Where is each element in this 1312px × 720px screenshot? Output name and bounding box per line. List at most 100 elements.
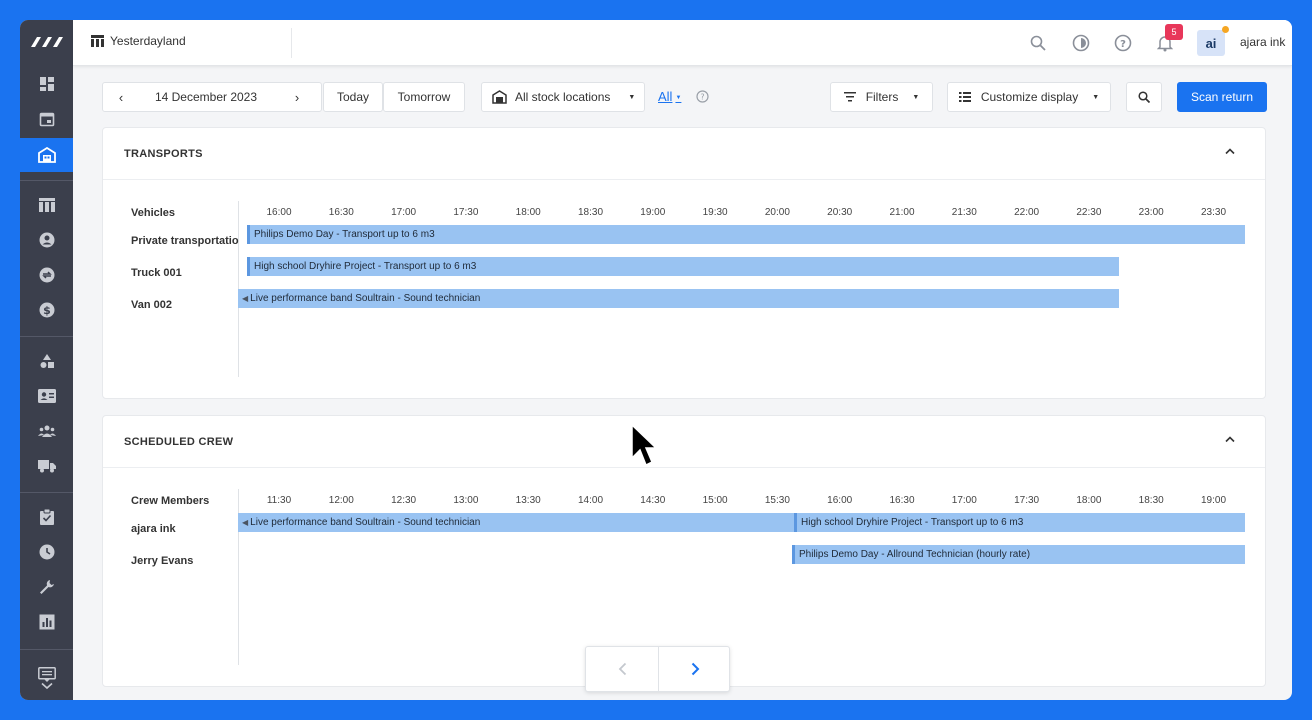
search-icon[interactable] <box>1027 32 1049 54</box>
time-tick-label: 12:00 <box>328 495 354 506</box>
mouse-cursor <box>631 423 658 475</box>
people-icon[interactable] <box>20 414 73 448</box>
status-dot <box>1222 26 1229 33</box>
date-navigator: ‹ 14 December 2023 › <box>102 82 322 112</box>
workspace-selector[interactable]: Yesterdayland <box>91 34 186 48</box>
date-picker[interactable]: 14 December 2023 <box>139 90 273 104</box>
warehouse-icon[interactable] <box>20 138 73 172</box>
transports-header[interactable]: TRANSPORTS <box>103 128 1265 180</box>
time-tick-label: 16:30 <box>889 495 915 506</box>
time-tick-label: 17:30 <box>453 207 479 218</box>
crew-member-label: ajara ink <box>131 523 176 535</box>
dollar-icon[interactable]: $ <box>20 293 73 327</box>
sidebar: $ <box>20 20 73 700</box>
time-tick-label: 14:00 <box>577 495 604 506</box>
booking-bar[interactable]: ◀ Live performance band Soultrain - Sound… <box>238 513 794 532</box>
help-icon[interactable]: ? <box>1112 32 1134 54</box>
time-tick-label: 15:30 <box>764 495 790 506</box>
wrench-icon[interactable] <box>20 570 73 604</box>
clock-icon[interactable] <box>20 535 73 569</box>
time-tick-label: 21:30 <box>951 207 977 218</box>
chevron-up-icon[interactable] <box>1225 146 1235 158</box>
time-tick-label: 14:30 <box>640 495 666 506</box>
time-tick-label: 16:30 <box>328 207 354 218</box>
pager <box>585 646 730 692</box>
booking-bar[interactable]: High school Dryhire Project - Transport … <box>247 257 1119 276</box>
time-tick-label: 23:30 <box>1200 207 1227 218</box>
list-icon <box>958 92 971 102</box>
sidebar-divider <box>20 649 73 650</box>
truck-icon[interactable] <box>20 449 73 483</box>
booking-bar[interactable]: High school Dryhire Project - Transport … <box>794 513 1245 532</box>
vehicle-label: Van 002 <box>131 299 172 311</box>
column-header: Vehicles <box>131 207 176 219</box>
theme-toggle-icon[interactable] <box>1070 32 1092 54</box>
time-tick-label: 22:30 <box>1076 207 1102 218</box>
scheduled-crew-header[interactable]: SCHEDULED CREW <box>103 416 1265 468</box>
workspace-name: Yesterdayland <box>110 34 186 48</box>
chevron-down-icon[interactable] <box>20 676 73 696</box>
sidebar-divider <box>20 336 73 337</box>
tomorrow-button[interactable]: Tomorrow <box>383 82 465 112</box>
previous-page-button[interactable] <box>586 647 658 691</box>
caret-down-icon: ▼ <box>1092 93 1100 101</box>
next-page-button[interactable] <box>659 647 731 691</box>
top-bar: Yesterdayland ? 5 ai ajara ink <box>73 20 1292 66</box>
filters-button[interactable]: Filters ▼ <box>830 82 933 112</box>
avatar[interactable]: ai <box>1197 30 1225 56</box>
time-tick-label: 17:00 <box>951 495 977 506</box>
app-logo[interactable] <box>20 20 73 64</box>
caret-down-icon: ▼ <box>628 93 636 101</box>
svg-text:?: ? <box>700 93 704 102</box>
all-filter-link[interactable]: All ▼ <box>658 89 681 104</box>
crew-member-label: Jerry Evans <box>131 555 194 567</box>
chevron-up-icon[interactable] <box>1225 434 1235 446</box>
search-icon <box>1138 91 1150 103</box>
user-name[interactable]: ajara ink <box>1240 35 1285 49</box>
dashboard-icon[interactable] <box>20 67 73 101</box>
time-tick-label: 22:00 <box>1014 207 1040 218</box>
booking-bar[interactable]: Philips Demo Day - Transport up to 6 m3 <box>247 225 1245 244</box>
topbar-divider <box>291 28 292 58</box>
time-tick-label: 12:30 <box>391 495 417 506</box>
vehicle-label: Private transportation <box>131 235 239 247</box>
shapes-icon[interactable] <box>20 344 73 378</box>
time-tick-label: 13:30 <box>515 495 541 506</box>
time-tick-label: 18:00 <box>1076 495 1102 506</box>
previous-day-button[interactable]: ‹ <box>103 90 139 105</box>
toolbar: ‹ 14 December 2023 › Today Tomorrow All … <box>102 82 1267 112</box>
section-title: TRANSPORTS <box>124 147 203 160</box>
today-button[interactable]: Today <box>323 82 383 112</box>
exchange-icon[interactable] <box>20 258 73 292</box>
column-header: Crew Members <box>131 495 210 507</box>
stock-location-label: All stock locations <box>515 90 611 104</box>
caret-left-icon: ◀ <box>242 518 249 527</box>
stock-location-select[interactable]: All stock locations ▼ <box>481 82 645 112</box>
clipboard-check-icon[interactable] <box>20 500 73 534</box>
time-tick-label: 23:00 <box>1138 207 1164 218</box>
chart-icon[interactable] <box>20 605 73 639</box>
calendar-icon[interactable] <box>20 102 73 136</box>
booking-bar[interactable]: Philips Demo Day - Allround Technician (… <box>792 545 1245 564</box>
time-tick-label: 18:30 <box>577 207 604 218</box>
svg-text:?: ? <box>1120 39 1126 50</box>
scan-return-button[interactable]: Scan return <box>1177 82 1267 112</box>
time-tick-label: 17:30 <box>1014 495 1040 506</box>
filter-icon <box>843 92 856 102</box>
section-title: SCHEDULED CREW <box>124 435 234 448</box>
caret-left-icon: ◀ <box>242 294 249 303</box>
contact-icon[interactable] <box>20 223 73 257</box>
sidebar-divider <box>20 492 73 493</box>
next-day-button[interactable]: › <box>273 90 321 105</box>
time-tick-label: 18:30 <box>1138 495 1164 506</box>
time-tick-label: 19:00 <box>640 207 666 218</box>
customize-display-button[interactable]: Customize display ▼ <box>947 82 1111 112</box>
booking-bar[interactable]: ◀ Live performance band Soultrain - Sound… <box>238 289 1119 308</box>
time-tick-label: 19:30 <box>702 207 728 218</box>
notification-badge: 5 <box>1165 24 1183 40</box>
search-button[interactable] <box>1126 82 1162 112</box>
id-card-icon[interactable] <box>20 379 73 413</box>
table-icon[interactable] <box>20 188 73 222</box>
svg-text:$: $ <box>43 304 51 317</box>
info-icon[interactable]: ? <box>696 90 709 108</box>
